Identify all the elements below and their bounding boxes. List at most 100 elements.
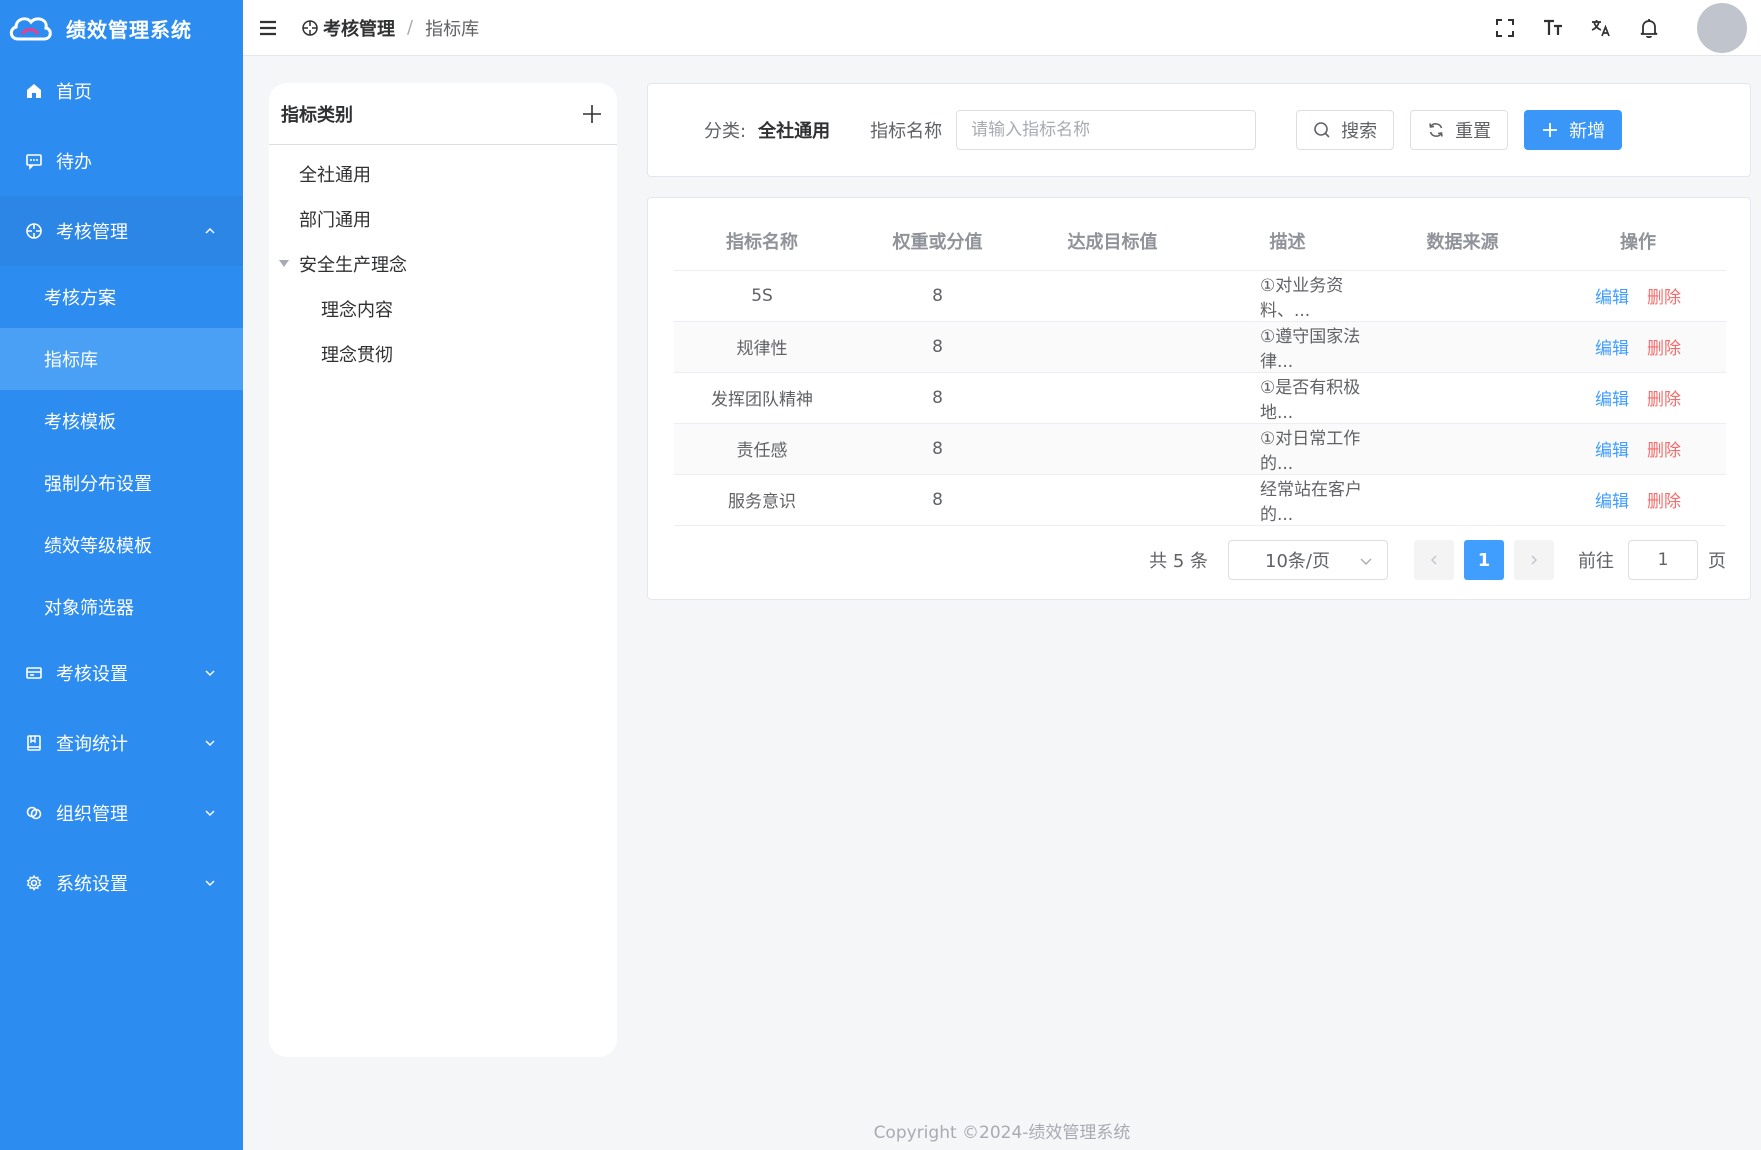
table-row: 发挥团队精神 8 ①是否有积极地... 编辑 删除 (674, 372, 1726, 424)
delete-link[interactable]: 删除 (1647, 288, 1681, 308)
sidebar-item-label: 考核模板 (44, 412, 116, 433)
category-label: 分类: (704, 121, 747, 142)
cell-weight: 8 (850, 321, 1025, 373)
add-button[interactable]: 新增 (1524, 110, 1623, 150)
tree-node-label: 理念内容 (321, 299, 393, 321)
reset-button[interactable]: 重置 (1410, 110, 1509, 150)
logo[interactable]: 绩效管理系统 (0, 0, 243, 56)
tree-node[interactable]: 全社通用 (269, 151, 617, 196)
sidebar-item-label: 指标库 (44, 350, 98, 371)
cell-target (1025, 321, 1200, 373)
bell-icon[interactable] (1637, 16, 1661, 40)
cell-source (1375, 270, 1550, 322)
delete-link[interactable]: 删除 (1647, 390, 1681, 410)
chevron-down-icon (205, 810, 215, 817)
sidebar-item-label: 组织管理 (56, 804, 128, 825)
link-icon (24, 803, 44, 823)
edit-link[interactable]: 编辑 (1595, 492, 1629, 512)
sidebar-item-grade-template[interactable]: 绩效等级模板 (0, 514, 243, 576)
sidebar-item-label: 首页 (56, 82, 92, 103)
delete-link[interactable]: 删除 (1647, 339, 1681, 359)
goto-page-input[interactable] (1628, 540, 1698, 580)
cell-target (1025, 474, 1200, 526)
edit-link[interactable]: 编辑 (1595, 441, 1629, 461)
sidebar-item-org-management[interactable]: 组织管理 (0, 778, 243, 848)
search-button[interactable]: 搜索 (1296, 110, 1395, 150)
page-size-select[interactable]: 10条/页 (1228, 540, 1388, 580)
font-size-icon[interactable] (1541, 16, 1565, 40)
sidebar-item-label: 考核方案 (44, 288, 116, 309)
search-icon (1314, 122, 1330, 138)
header-tools (1493, 0, 1761, 56)
chevron-down-icon (205, 740, 215, 747)
fullscreen-icon[interactable] (1493, 16, 1517, 40)
sidebar-item-query-stats[interactable]: 查询统计 (0, 708, 243, 778)
table-row: 规律性 8 ①遵守国家法律... 编辑 删除 (674, 321, 1726, 373)
sidebar-item-indicator-library[interactable]: 指标库 (0, 328, 243, 390)
pagination-total: 共 5 条 (1149, 551, 1208, 572)
table-row: 责任感 8 ①对日常工作的... 编辑 删除 (674, 423, 1726, 475)
cell-weight: 8 (850, 270, 1025, 322)
sidebar-item-label: 待办 (56, 152, 92, 173)
plus-icon[interactable] (581, 103, 603, 125)
sidebar-item-template[interactable]: 考核模板 (0, 390, 243, 452)
column-header: 达成目标值 (1025, 212, 1200, 271)
sidebar-item-forced-distribution[interactable]: 强制分布设置 (0, 452, 243, 514)
sidebar-item-assessment-settings[interactable]: 考核设置 (0, 638, 243, 708)
category-panel-header: 指标类别 (269, 83, 617, 145)
target-icon (24, 221, 44, 241)
add-button-label: 新增 (1569, 121, 1606, 142)
sidebar-item-todo[interactable]: 待办 (0, 126, 243, 196)
column-header: 权重或分值 (850, 212, 1025, 271)
breadcrumb-separator: / (407, 17, 414, 38)
sidebar-item-label: 系统设置 (56, 874, 128, 895)
delete-link[interactable]: 删除 (1647, 441, 1681, 461)
submenu-assessment: 考核方案 指标库 考核模板 强制分布设置 绩效等级模板 对象筛选器 (0, 266, 243, 638)
prev-page-button[interactable] (1414, 540, 1454, 580)
page-size-value: 10条/页 (1265, 551, 1330, 572)
sidebar-item-home[interactable]: 首页 (0, 56, 243, 126)
cell-source (1375, 321, 1550, 373)
edit-link[interactable]: 编辑 (1595, 390, 1629, 410)
hamburger-icon[interactable] (257, 17, 279, 39)
avatar[interactable] (1697, 3, 1747, 53)
table-header-row: 指标名称 权重或分值 达成目标值 描述 数据来源 操作 (674, 212, 1726, 271)
delete-link[interactable]: 删除 (1647, 492, 1681, 512)
sidebar-item-plan[interactable]: 考核方案 (0, 266, 243, 328)
tree-node[interactable]: 理念贯彻 (269, 331, 617, 376)
sidebar-item-object-filter[interactable]: 对象筛选器 (0, 576, 243, 638)
chevron-down-icon (1360, 558, 1372, 565)
search-form: 分类: 全社通用 指标名称 搜索 重置 新增 (647, 83, 1751, 177)
page-number-current[interactable]: 1 (1464, 540, 1504, 580)
sidebar-item-label: 绩效等级模板 (44, 536, 152, 557)
cloud-logo-icon (9, 17, 52, 41)
column-header: 指标名称 (674, 212, 850, 271)
book-icon (24, 733, 44, 753)
chevron-down-icon (205, 670, 215, 677)
caret-down-icon[interactable] (279, 259, 289, 267)
edit-link[interactable]: 编辑 (1595, 339, 1629, 359)
breadcrumb-parent[interactable]: 考核管理 (323, 15, 395, 41)
tree-node[interactable]: 安全生产理念 (269, 241, 617, 286)
next-page-button[interactable] (1514, 540, 1554, 580)
sidebar-item-label: 考核设置 (56, 664, 128, 685)
cell-target (1025, 270, 1200, 322)
indicator-table-card: 指标名称 权重或分值 达成目标值 描述 数据来源 操作 5S 8 ①对业务资料、… (647, 197, 1751, 600)
indicator-name-input[interactable] (956, 110, 1257, 150)
sidebar-item-system-settings[interactable]: 系统设置 (0, 848, 243, 918)
translate-icon[interactable] (1589, 16, 1613, 40)
message-icon (24, 151, 44, 171)
target-icon (302, 19, 318, 36)
edit-link[interactable]: 编辑 (1595, 288, 1629, 308)
tree-node[interactable]: 部门通用 (269, 196, 617, 241)
category-panel-title: 指标类别 (281, 104, 353, 126)
tree-node[interactable]: 理念内容 (269, 286, 617, 331)
cell-desc: ①遵守国家法律... (1200, 321, 1375, 373)
goto-label: 前往 (1578, 551, 1614, 572)
sidebar-item-assessment[interactable]: 考核管理 (0, 196, 243, 266)
footer-copyright: Copyright ©2024-绩效管理系统 (873, 1123, 1131, 1143)
sidebar-item-label: 强制分布设置 (44, 474, 152, 495)
cell-actions: 编辑 删除 (1550, 474, 1726, 526)
card-icon (24, 663, 44, 683)
chevron-left-icon (1431, 555, 1437, 565)
